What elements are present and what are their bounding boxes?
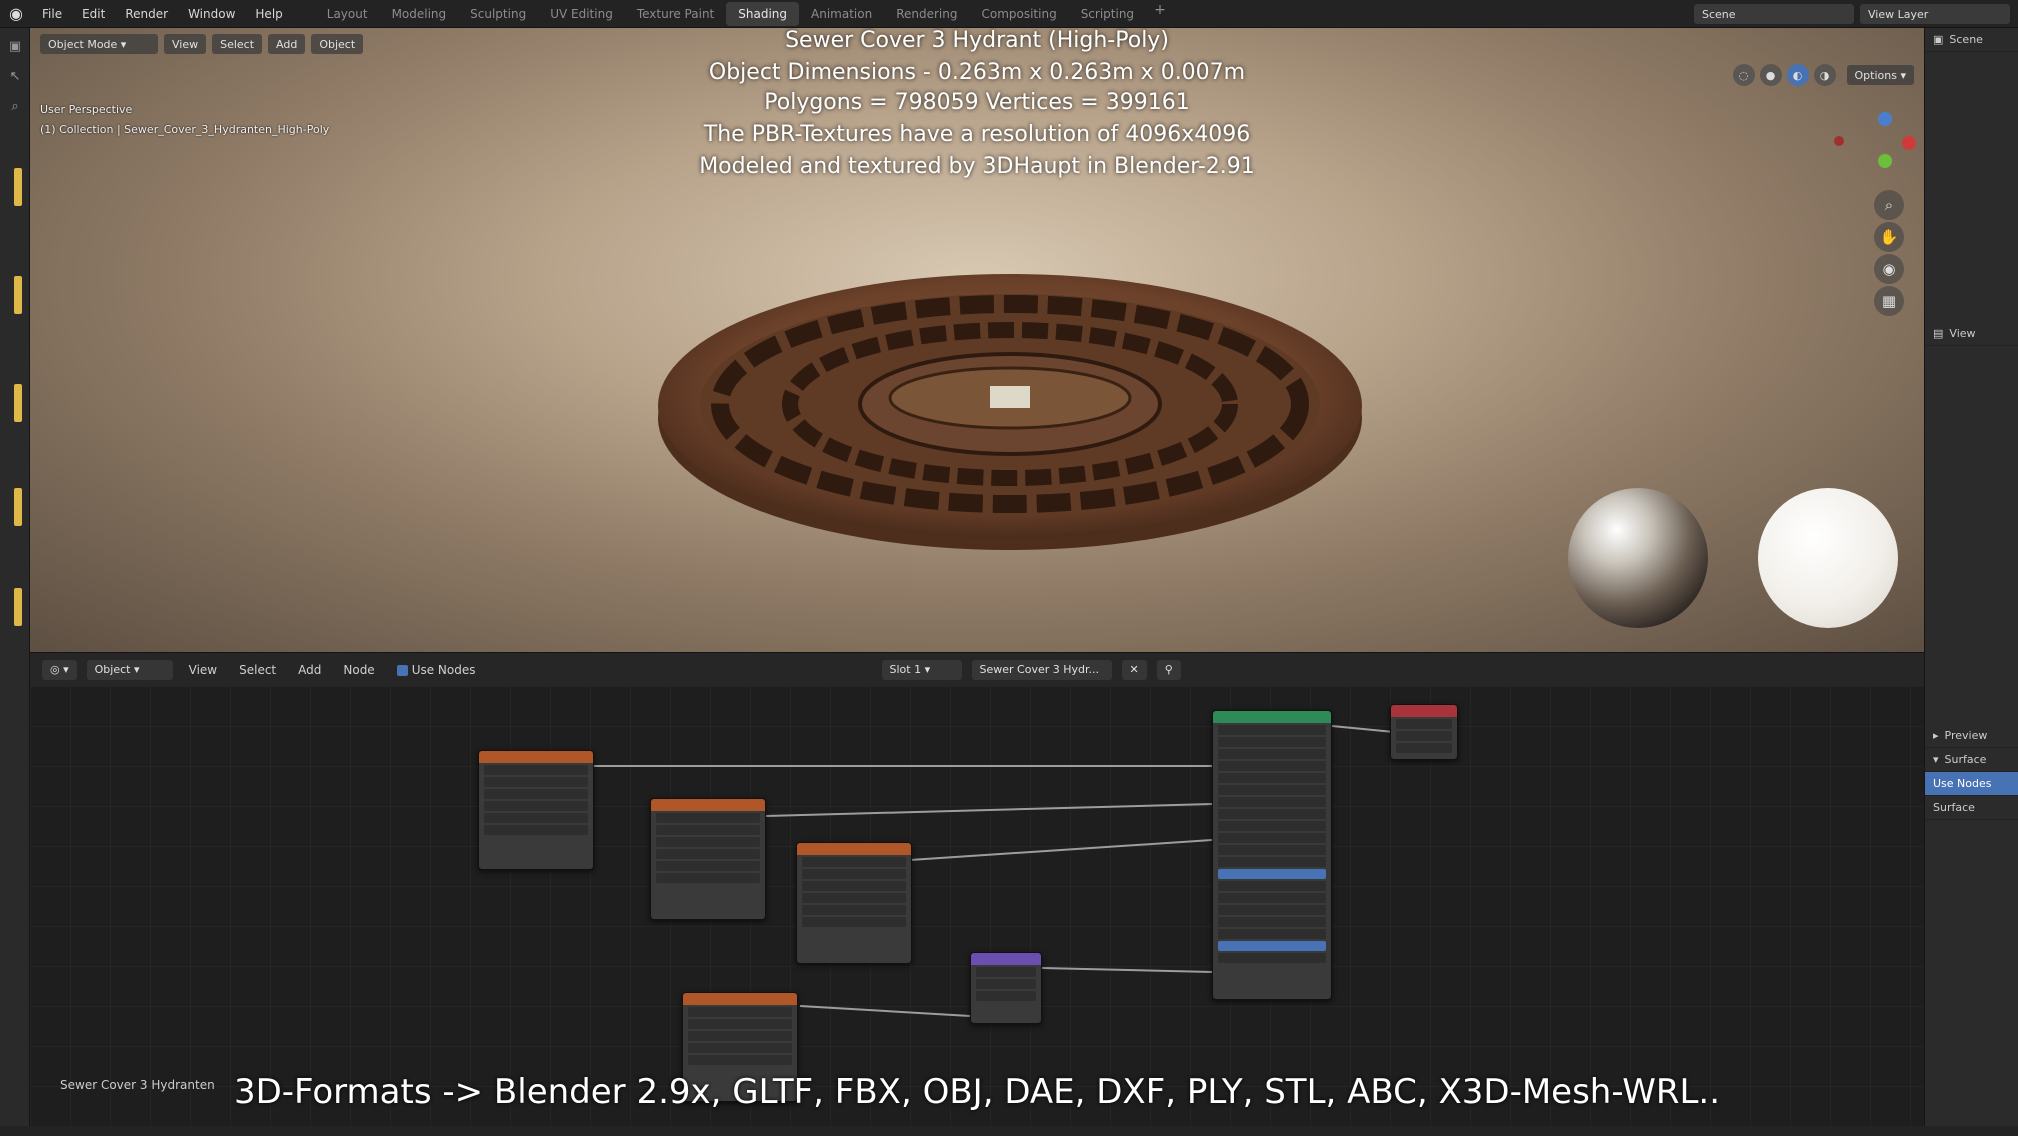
pan-hand-icon[interactable]: ✋: [1874, 222, 1904, 252]
overlay-polycount: Polygons = 798059 Vertices = 399161: [764, 90, 1190, 115]
gizmo-neg-x-axis[interactable]: [1834, 136, 1844, 146]
slot-label: Slot 1: [889, 663, 922, 676]
search-icon[interactable]: ⌕: [3, 94, 27, 118]
sewer-cover-model[interactable]: [630, 238, 1390, 558]
object-dropdown-label: Object: [94, 663, 131, 676]
surface-field-label: Surface: [1933, 801, 1975, 814]
select-tool-icon[interactable]: ↖: [3, 64, 27, 88]
texture-node-basecolor[interactable]: [478, 750, 594, 870]
node-menu-node[interactable]: Node: [337, 663, 380, 677]
use-nodes-button-label: Use Nodes: [1933, 777, 1992, 790]
property-strip: [14, 168, 22, 206]
tab-scripting[interactable]: Scripting: [1069, 2, 1146, 26]
texture-node-metallic[interactable]: [650, 798, 766, 920]
property-strip: [14, 488, 22, 526]
gizmo-x-axis[interactable]: [1902, 136, 1916, 150]
tab-sculpting[interactable]: Sculpting: [458, 2, 538, 26]
node-editor-header: ◎ ▾ Object ▾ View Select Add Node Use No…: [30, 652, 1924, 686]
surface-field[interactable]: Surface: [1925, 796, 2018, 820]
gizmo-y-axis[interactable]: [1878, 154, 1892, 168]
blender-logo-icon[interactable]: ◉: [0, 0, 32, 28]
gizmo-z-axis[interactable]: [1878, 112, 1892, 126]
view-layer-label: View Layer: [1868, 7, 1929, 21]
node-links: [590, 725, 1395, 1017]
editor-type-dropdown[interactable]: ◎ ▾: [42, 659, 77, 680]
property-strip: [14, 276, 22, 314]
outliner-scene-label: Scene: [1949, 33, 1983, 46]
tab-animation[interactable]: Animation: [799, 2, 884, 26]
scene-label: Scene: [1702, 7, 1736, 21]
hdri-diffuse-sphere: [1758, 488, 1898, 628]
object-dropdown[interactable]: Object ▾: [86, 659, 173, 680]
panel-surface-label: Surface: [1944, 753, 1987, 766]
overlay-dimensions: Object Dimensions - 0.263m x 0.263m x 0.…: [708, 60, 1246, 85]
tab-layout[interactable]: Layout: [315, 2, 380, 26]
use-nodes-checkbox[interactable]: Use Nodes: [391, 663, 482, 677]
tab-shading[interactable]: Shading: [726, 1, 799, 26]
properties-view-label: View: [1949, 327, 1976, 340]
tab-modeling[interactable]: Modeling: [380, 2, 459, 26]
zoom-icon[interactable]: ⌕: [1874, 190, 1904, 220]
workspace-tabs: Layout Modeling Sculpting UV Editing Tex…: [315, 1, 1174, 26]
properties-view[interactable]: ▤ View: [1925, 322, 2018, 346]
property-strip: [14, 384, 22, 422]
left-toolbar: ▣ ↖ ⌕: [0, 28, 30, 1128]
tab-texture-paint[interactable]: Texture Paint: [625, 2, 726, 26]
property-strip: [14, 588, 22, 626]
view-layer-selector[interactable]: View Layer: [1860, 4, 2010, 24]
node-menu-select[interactable]: Select: [233, 663, 282, 677]
material-output-node[interactable]: [1390, 704, 1458, 760]
formats-subtitle: 3D-Formats -> Blender 2.9x, GLTF, FBX, O…: [233, 1072, 1721, 1112]
hdri-chrome-sphere: [1568, 488, 1708, 628]
texture-node-roughness[interactable]: [796, 842, 912, 964]
panel-surface[interactable]: ▾ Surface: [1925, 748, 2018, 772]
node-menu-add[interactable]: Add: [292, 663, 327, 677]
slot-dropdown[interactable]: Slot 1 ▾: [881, 659, 962, 680]
tab-uv-editing[interactable]: UV Editing: [538, 2, 625, 26]
grid-view-icon[interactable]: ▦: [1874, 286, 1904, 316]
material-name-label: Sewer Cover 3 Hydr...: [979, 663, 1100, 676]
panel-preview-label: Preview: [1944, 729, 1988, 742]
overlay-textures: The PBR-Textures have a resolution of 40…: [703, 122, 1251, 147]
camera-view-icon[interactable]: ◉: [1874, 254, 1904, 284]
editor-type-icon[interactable]: ▣: [3, 34, 27, 58]
menu-render[interactable]: Render: [115, 7, 178, 21]
menu-window[interactable]: Window: [178, 7, 245, 21]
checkbox-icon: [396, 664, 408, 676]
scene-selector[interactable]: Scene: [1694, 4, 1854, 24]
panel-preview[interactable]: ▸ Preview: [1925, 724, 2018, 748]
menu-help[interactable]: Help: [245, 7, 292, 21]
use-nodes-label: Use Nodes: [411, 662, 476, 677]
menu-edit[interactable]: Edit: [72, 7, 115, 21]
use-nodes-button[interactable]: Use Nodes: [1925, 772, 2018, 796]
menu-file[interactable]: File: [32, 7, 72, 21]
properties-panel: ▣ Scene ▤ View ▸ Preview ▾ Surface Use N…: [1924, 28, 2018, 1128]
node-editor-canvas[interactable]: Sewer Cover 3 Hydranten 3D-Formats -> Bl…: [30, 686, 1924, 1126]
close-material-icon[interactable]: ✕: [1121, 659, 1147, 680]
status-bar: [0, 1126, 2018, 1136]
top-menu-bar: ◉ File Edit Render Window Help Layout Mo…: [0, 0, 2018, 28]
principled-bsdf-node[interactable]: [1212, 710, 1332, 1000]
material-selector[interactable]: Sewer Cover 3 Hydr...: [971, 659, 1112, 680]
overlay-title: Sewer Cover 3 Hydrant (High-Poly): [785, 28, 1169, 53]
tab-rendering[interactable]: Rendering: [884, 2, 969, 26]
node-menu-view[interactable]: View: [183, 663, 223, 677]
normal-map-node[interactable]: [970, 952, 1042, 1024]
pin-icon[interactable]: ⚲: [1156, 659, 1181, 680]
overlay-credits: Modeled and textured by 3DHaupt in Blend…: [699, 154, 1255, 179]
tab-compositing[interactable]: Compositing: [969, 2, 1068, 26]
add-workspace-icon[interactable]: +: [1146, 2, 1174, 26]
outliner-scene[interactable]: ▣ Scene: [1925, 28, 2018, 52]
3d-viewport[interactable]: Object Mode ▾ View Select Add Object ◌ ●…: [30, 28, 1924, 652]
